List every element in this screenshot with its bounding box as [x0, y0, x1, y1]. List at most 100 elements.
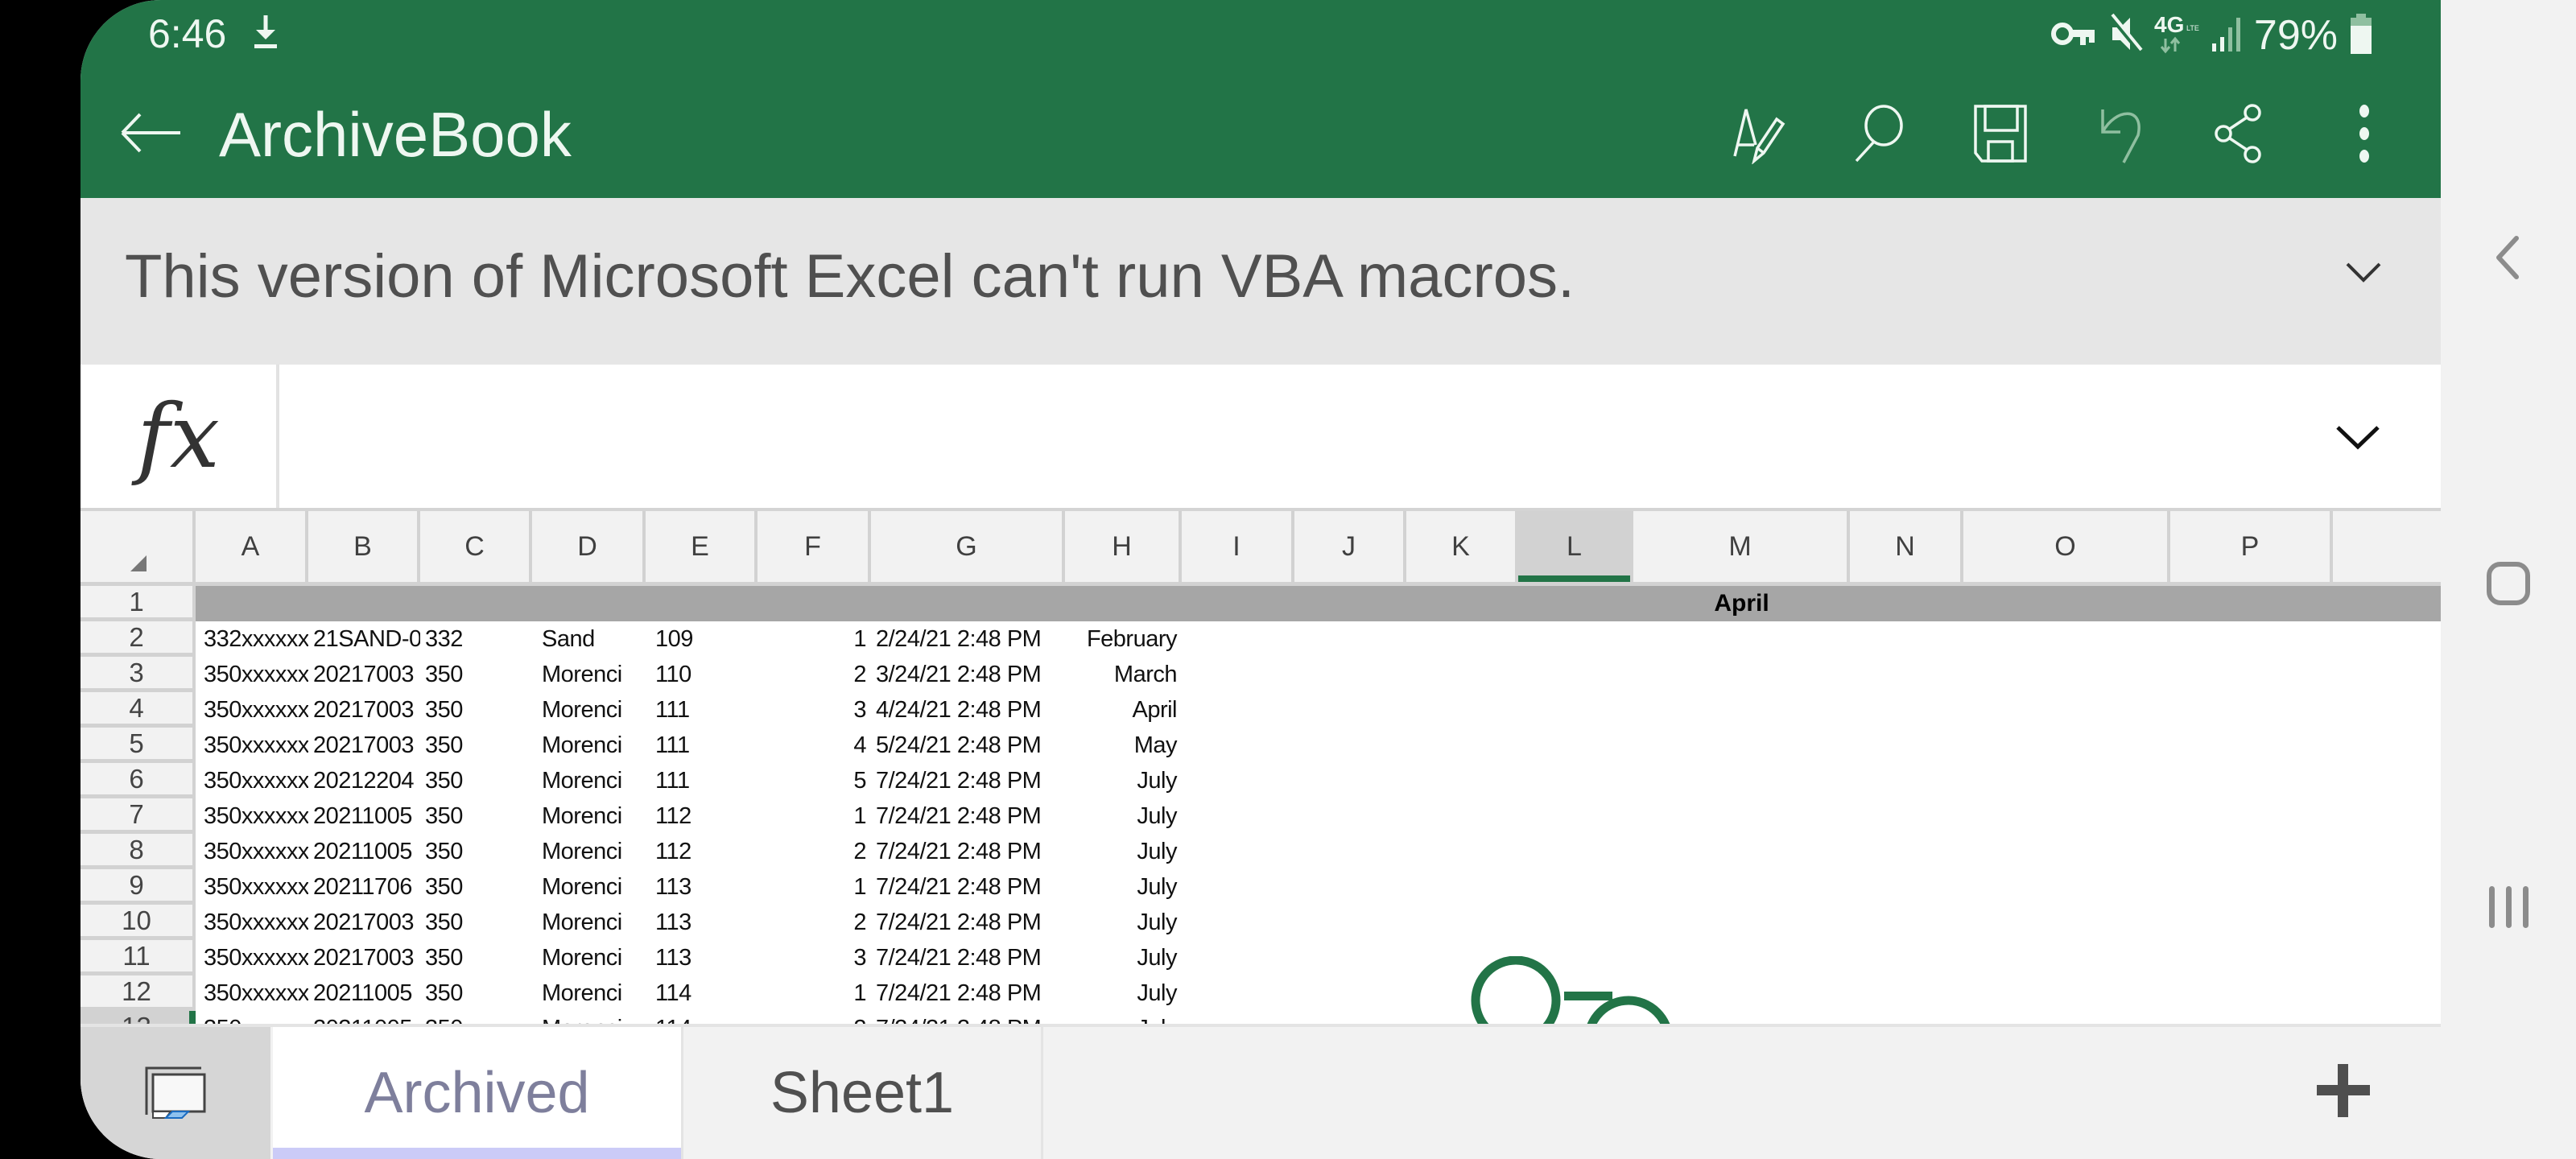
cell-a3[interactable]: 350xxxxxx	[196, 657, 308, 692]
cell-d3[interactable]: Morenci	[532, 657, 646, 692]
cell-d12[interactable]: Morenci	[532, 975, 646, 1011]
cell-g3[interactable]: 3/24/21 2:48 PM	[871, 657, 1065, 692]
column-header-g[interactable]: G	[871, 511, 1062, 582]
cell-b5[interactable]: 20217003	[308, 728, 420, 763]
spreadsheet-grid[interactable]: ABCDEFGHIJKLMNOP April 12345678910111213…	[80, 511, 2441, 1046]
cell-c7[interactable]: 350	[420, 798, 532, 834]
column-header-a[interactable]: A	[196, 511, 305, 582]
row-1-label[interactable]: April	[1633, 586, 1850, 621]
cell-e8[interactable]: 112	[646, 834, 758, 869]
row-header-9[interactable]: 9	[80, 869, 192, 905]
share-button[interactable]	[2211, 103, 2272, 164]
cell-g2[interactable]: 2/24/21 2:48 PM	[871, 621, 1065, 657]
formula-input[interactable]	[283, 365, 2376, 508]
cell-f8[interactable]: 2	[758, 834, 871, 869]
cell-c3[interactable]: 350	[420, 657, 532, 692]
cell-h3[interactable]: March	[1065, 657, 1182, 692]
cell-h10[interactable]: July	[1065, 905, 1182, 940]
undo-button[interactable]	[2091, 103, 2153, 164]
search-button[interactable]	[1848, 103, 1909, 164]
row-header-4[interactable]: 4	[80, 692, 192, 728]
column-header-b[interactable]: B	[308, 511, 417, 582]
cell-f12[interactable]: 1	[758, 975, 871, 1011]
cell-h7[interactable]: July	[1065, 798, 1182, 834]
cell-e5[interactable]: 111	[646, 728, 758, 763]
tab-sheet1[interactable]: Sheet1	[681, 1027, 1043, 1159]
cell-b6[interactable]: 20212204	[308, 763, 420, 798]
cell-f7[interactable]: 1	[758, 798, 871, 834]
cell-b8[interactable]: 20211005	[308, 834, 420, 869]
column-header-o[interactable]: O	[1963, 511, 2167, 582]
banner-expand-button[interactable]	[2339, 248, 2388, 296]
cell-f5[interactable]: 4	[758, 728, 871, 763]
cell-b3[interactable]: 20217003	[308, 657, 420, 692]
cell-c11[interactable]: 350	[420, 940, 532, 975]
column-header-e[interactable]: E	[646, 511, 754, 582]
cell-g10[interactable]: 7/24/21 2:48 PM	[871, 905, 1065, 940]
cell-a4[interactable]: 350xxxxxx	[196, 692, 308, 728]
cell-h8[interactable]: July	[1065, 834, 1182, 869]
nav-back-button[interactable]	[2441, 225, 2576, 290]
column-header-d[interactable]: D	[532, 511, 642, 582]
cell-f11[interactable]: 3	[758, 940, 871, 975]
row-header-2[interactable]: 2	[80, 621, 192, 657]
column-header-partial[interactable]	[2333, 511, 2441, 582]
cell-g12[interactable]: 7/24/21 2:48 PM	[871, 975, 1065, 1011]
cell-c10[interactable]: 350	[420, 905, 532, 940]
cell-g8[interactable]: 7/24/21 2:48 PM	[871, 834, 1065, 869]
more-options-button[interactable]	[2334, 103, 2395, 164]
cell-h6[interactable]: July	[1065, 763, 1182, 798]
cell-b2[interactable]: 21SAND-0	[308, 621, 420, 657]
column-header-k[interactable]: K	[1406, 511, 1515, 582]
cell-g4[interactable]: 4/24/21 2:48 PM	[871, 692, 1065, 728]
cell-c9[interactable]: 350	[420, 869, 532, 905]
save-button[interactable]	[1969, 103, 2030, 164]
draw-button[interactable]	[1730, 103, 1791, 164]
select-all-corner[interactable]	[80, 511, 192, 582]
add-sheet-button[interactable]	[2315, 1062, 2372, 1119]
row-header-11[interactable]: 11	[80, 940, 192, 975]
cell-b7[interactable]: 20211005	[308, 798, 420, 834]
cell-f3[interactable]: 2	[758, 657, 871, 692]
cell-d10[interactable]: Morenci	[532, 905, 646, 940]
cell-g11[interactable]: 7/24/21 2:48 PM	[871, 940, 1065, 975]
row-header-1[interactable]: 1	[80, 586, 192, 621]
row-header-10[interactable]: 10	[80, 905, 192, 940]
column-header-n[interactable]: N	[1850, 511, 1960, 582]
cell-a8[interactable]: 350xxxxxx	[196, 834, 308, 869]
cell-e2[interactable]: 109	[646, 621, 758, 657]
cell-d7[interactable]: Morenci	[532, 798, 646, 834]
cell-d2[interactable]: Sand	[532, 621, 646, 657]
cell-a11[interactable]: 350xxxxxx	[196, 940, 308, 975]
cell-e7[interactable]: 112	[646, 798, 758, 834]
row-header-8[interactable]: 8	[80, 834, 192, 869]
back-button[interactable]	[116, 105, 188, 161]
cell-a9[interactable]: 350xxxxxx	[196, 869, 308, 905]
cell-c12[interactable]: 350	[420, 975, 532, 1011]
cell-a2[interactable]: 332xxxxxx	[196, 621, 308, 657]
row-header-6[interactable]: 6	[80, 763, 192, 798]
cell-a5[interactable]: 350xxxxxx	[196, 728, 308, 763]
cell-h4[interactable]: April	[1065, 692, 1182, 728]
cell-d11[interactable]: Morenci	[532, 940, 646, 975]
cell-b12[interactable]: 20211005	[308, 975, 420, 1011]
cell-h12[interactable]: July	[1065, 975, 1182, 1011]
column-header-h[interactable]: H	[1065, 511, 1179, 582]
cell-f4[interactable]: 3	[758, 692, 871, 728]
cell-c2[interactable]: 332	[420, 621, 532, 657]
fx-icon[interactable]: fx	[80, 365, 279, 508]
cell-d4[interactable]: Morenci	[532, 692, 646, 728]
column-header-c[interactable]: C	[420, 511, 529, 582]
column-header-f[interactable]: F	[758, 511, 868, 582]
cell-a7[interactable]: 350xxxxxx	[196, 798, 308, 834]
row-header-3[interactable]: 3	[80, 657, 192, 692]
cell-a10[interactable]: 350xxxxxx	[196, 905, 308, 940]
cell-e12[interactable]: 114	[646, 975, 758, 1011]
cell-d5[interactable]: Morenci	[532, 728, 646, 763]
cell-e6[interactable]: 111	[646, 763, 758, 798]
cell-h11[interactable]: July	[1065, 940, 1182, 975]
cell-g9[interactable]: 7/24/21 2:48 PM	[871, 869, 1065, 905]
cell-f6[interactable]: 5	[758, 763, 871, 798]
column-header-m[interactable]: M	[1633, 511, 1847, 582]
cell-h2[interactable]: February	[1065, 621, 1182, 657]
